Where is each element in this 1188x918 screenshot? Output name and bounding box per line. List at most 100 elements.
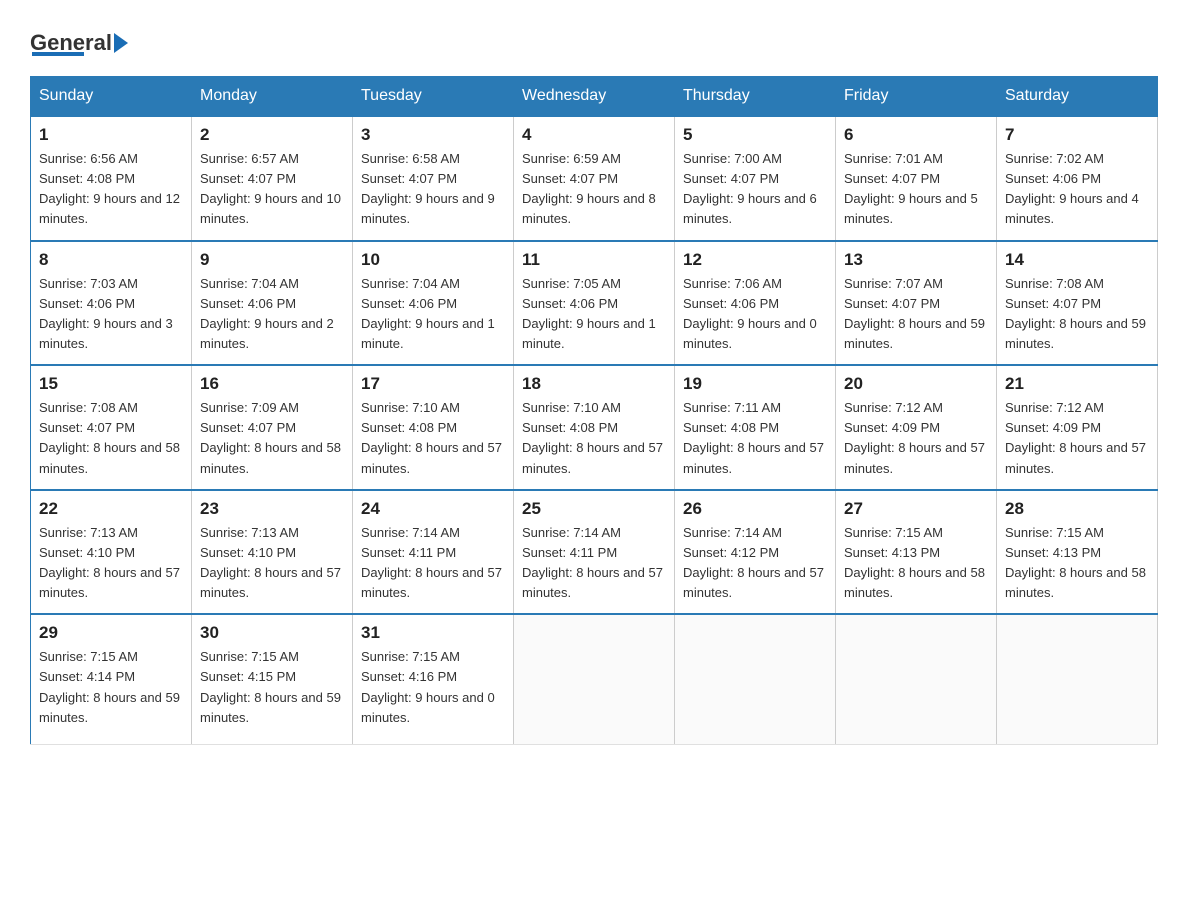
col-header-monday: Monday xyxy=(192,77,353,117)
day-number: 23 xyxy=(200,499,344,519)
day-number: 15 xyxy=(39,374,183,394)
day-info: Sunrise: 7:00 AMSunset: 4:07 PMDaylight:… xyxy=(683,149,827,230)
day-info: Sunrise: 7:10 AMSunset: 4:08 PMDaylight:… xyxy=(522,398,666,479)
day-number: 30 xyxy=(200,623,344,643)
day-number: 21 xyxy=(1005,374,1149,394)
calendar-row: 15 Sunrise: 7:08 AMSunset: 4:07 PMDayligh… xyxy=(31,365,1158,490)
calendar-cell: 26 Sunrise: 7:14 AMSunset: 4:12 PMDayligh… xyxy=(675,490,836,615)
calendar-cell xyxy=(997,614,1158,744)
col-header-sunday: Sunday xyxy=(31,77,192,117)
day-info: Sunrise: 7:06 AMSunset: 4:06 PMDaylight:… xyxy=(683,274,827,355)
logo: General xyxy=(30,30,128,56)
calendar-table: SundayMondayTuesdayWednesdayThursdayFrid… xyxy=(30,76,1158,745)
day-info: Sunrise: 7:08 AMSunset: 4:07 PMDaylight:… xyxy=(39,398,183,479)
day-info: Sunrise: 7:12 AMSunset: 4:09 PMDaylight:… xyxy=(844,398,988,479)
day-number: 14 xyxy=(1005,250,1149,270)
calendar-cell: 16 Sunrise: 7:09 AMSunset: 4:07 PMDayligh… xyxy=(192,365,353,490)
day-number: 16 xyxy=(200,374,344,394)
calendar-cell xyxy=(514,614,675,744)
day-info: Sunrise: 7:11 AMSunset: 4:08 PMDaylight:… xyxy=(683,398,827,479)
calendar-cell: 13Sunrise: 7:07 AMSunset: 4:07 PMDayligh… xyxy=(836,241,997,366)
day-info: Sunrise: 7:13 AMSunset: 4:10 PMDaylight:… xyxy=(39,523,183,604)
day-info: Sunrise: 7:15 AMSunset: 4:16 PMDaylight:… xyxy=(361,647,505,728)
calendar-cell: 4 Sunrise: 6:59 AMSunset: 4:07 PMDaylight… xyxy=(514,116,675,241)
day-number: 19 xyxy=(683,374,827,394)
day-info: Sunrise: 7:14 AMSunset: 4:12 PMDaylight:… xyxy=(683,523,827,604)
day-info: Sunrise: 7:04 AMSunset: 4:06 PMDaylight:… xyxy=(200,274,344,355)
calendar-cell: 6Sunrise: 7:01 AMSunset: 4:07 PMDaylight… xyxy=(836,116,997,241)
day-info: Sunrise: 7:08 AMSunset: 4:07 PMDaylight:… xyxy=(1005,274,1149,355)
day-number: 8 xyxy=(39,250,183,270)
logo-blue-row xyxy=(32,52,88,56)
day-number: 24 xyxy=(361,499,505,519)
day-info: Sunrise: 7:12 AMSunset: 4:09 PMDaylight:… xyxy=(1005,398,1149,479)
day-number: 9 xyxy=(200,250,344,270)
calendar-cell: 22Sunrise: 7:13 AMSunset: 4:10 PMDayligh… xyxy=(31,490,192,615)
day-info: Sunrise: 7:14 AMSunset: 4:11 PMDaylight:… xyxy=(522,523,666,604)
day-info: Sunrise: 7:09 AMSunset: 4:07 PMDaylight:… xyxy=(200,398,344,479)
day-number: 18 xyxy=(522,374,666,394)
col-header-wednesday: Wednesday xyxy=(514,77,675,117)
calendar-cell: 10 Sunrise: 7:04 AMSunset: 4:06 PMDayligh… xyxy=(353,241,514,366)
calendar-cell xyxy=(836,614,997,744)
day-number: 25 xyxy=(522,499,666,519)
calendar-cell: 12 Sunrise: 7:06 AMSunset: 4:06 PMDayligh… xyxy=(675,241,836,366)
day-number: 11 xyxy=(522,250,666,270)
calendar-cell: 25 Sunrise: 7:14 AMSunset: 4:11 PMDayligh… xyxy=(514,490,675,615)
day-info: Sunrise: 7:15 AMSunset: 4:15 PMDaylight:… xyxy=(200,647,344,728)
calendar-cell: 8 Sunrise: 7:03 AMSunset: 4:06 PMDaylight… xyxy=(31,241,192,366)
calendar-row: 1 Sunrise: 6:56 AMSunset: 4:08 PMDaylight… xyxy=(31,116,1158,241)
calendar-cell: 2Sunrise: 6:57 AMSunset: 4:07 PMDaylight… xyxy=(192,116,353,241)
day-number: 4 xyxy=(522,125,666,145)
logo-arrow-icon xyxy=(114,33,128,53)
day-number: 12 xyxy=(683,250,827,270)
day-number: 3 xyxy=(361,125,505,145)
calendar-row: 22Sunrise: 7:13 AMSunset: 4:10 PMDayligh… xyxy=(31,490,1158,615)
calendar-cell: 29Sunrise: 7:15 AMSunset: 4:14 PMDayligh… xyxy=(31,614,192,744)
day-number: 1 xyxy=(39,125,183,145)
day-info: Sunrise: 6:58 AMSunset: 4:07 PMDaylight:… xyxy=(361,149,505,230)
calendar-cell: 19 Sunrise: 7:11 AMSunset: 4:08 PMDayligh… xyxy=(675,365,836,490)
calendar-cell xyxy=(675,614,836,744)
day-info: Sunrise: 6:56 AMSunset: 4:08 PMDaylight:… xyxy=(39,149,183,230)
day-number: 2 xyxy=(200,125,344,145)
day-info: Sunrise: 7:07 AMSunset: 4:07 PMDaylight:… xyxy=(844,274,988,355)
col-header-saturday: Saturday xyxy=(997,77,1158,117)
col-header-friday: Friday xyxy=(836,77,997,117)
header-row: SundayMondayTuesdayWednesdayThursdayFrid… xyxy=(31,77,1158,117)
day-number: 6 xyxy=(844,125,988,145)
calendar-cell: 5 Sunrise: 7:00 AMSunset: 4:07 PMDaylight… xyxy=(675,116,836,241)
day-info: Sunrise: 7:02 AMSunset: 4:06 PMDaylight:… xyxy=(1005,149,1149,230)
day-number: 20 xyxy=(844,374,988,394)
calendar-cell: 21 Sunrise: 7:12 AMSunset: 4:09 PMDayligh… xyxy=(997,365,1158,490)
day-number: 28 xyxy=(1005,499,1149,519)
calendar-cell: 30 Sunrise: 7:15 AMSunset: 4:15 PMDayligh… xyxy=(192,614,353,744)
day-number: 26 xyxy=(683,499,827,519)
calendar-cell: 7 Sunrise: 7:02 AMSunset: 4:06 PMDaylight… xyxy=(997,116,1158,241)
day-info: Sunrise: 7:13 AMSunset: 4:10 PMDaylight:… xyxy=(200,523,344,604)
calendar-cell: 23 Sunrise: 7:13 AMSunset: 4:10 PMDayligh… xyxy=(192,490,353,615)
day-info: Sunrise: 7:04 AMSunset: 4:06 PMDaylight:… xyxy=(361,274,505,355)
page-header: General xyxy=(30,30,1158,56)
calendar-cell: 27 Sunrise: 7:15 AMSunset: 4:13 PMDayligh… xyxy=(836,490,997,615)
day-info: Sunrise: 7:15 AMSunset: 4:13 PMDaylight:… xyxy=(1005,523,1149,604)
calendar-cell: 15 Sunrise: 7:08 AMSunset: 4:07 PMDayligh… xyxy=(31,365,192,490)
calendar-cell: 17Sunrise: 7:10 AMSunset: 4:08 PMDayligh… xyxy=(353,365,514,490)
calendar-cell: 24 Sunrise: 7:14 AMSunset: 4:11 PMDayligh… xyxy=(353,490,514,615)
day-number: 5 xyxy=(683,125,827,145)
day-number: 7 xyxy=(1005,125,1149,145)
calendar-cell: 3 Sunrise: 6:58 AMSunset: 4:07 PMDaylight… xyxy=(353,116,514,241)
day-info: Sunrise: 7:03 AMSunset: 4:06 PMDaylight:… xyxy=(39,274,183,355)
calendar-cell: 20 Sunrise: 7:12 AMSunset: 4:09 PMDayligh… xyxy=(836,365,997,490)
col-header-tuesday: Tuesday xyxy=(353,77,514,117)
day-number: 27 xyxy=(844,499,988,519)
calendar-row: 29Sunrise: 7:15 AMSunset: 4:14 PMDayligh… xyxy=(31,614,1158,744)
day-info: Sunrise: 6:59 AMSunset: 4:07 PMDaylight:… xyxy=(522,149,666,230)
day-number: 29 xyxy=(39,623,183,643)
day-number: 10 xyxy=(361,250,505,270)
calendar-header: SundayMondayTuesdayWednesdayThursdayFrid… xyxy=(31,77,1158,117)
day-info: Sunrise: 7:15 AMSunset: 4:13 PMDaylight:… xyxy=(844,523,988,604)
day-info: Sunrise: 7:14 AMSunset: 4:11 PMDaylight:… xyxy=(361,523,505,604)
logo-line xyxy=(32,52,84,56)
calendar-cell: 9 Sunrise: 7:04 AMSunset: 4:06 PMDaylight… xyxy=(192,241,353,366)
